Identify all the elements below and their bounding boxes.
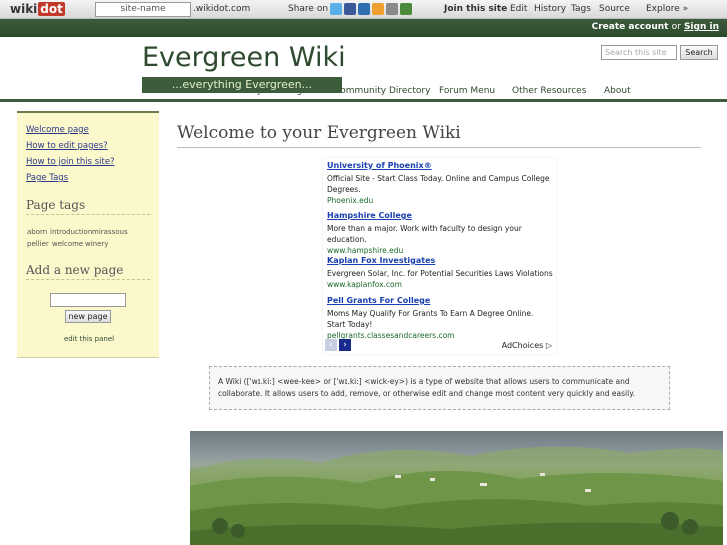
ad-body: Official Site - Start Class Today. Onlin…: [327, 174, 550, 194]
site-subtitle: ...everything Evergreen...: [142, 77, 342, 93]
digg-icon[interactable]: [372, 3, 384, 15]
sidebar-link-how-to-join[interactable]: How to join this site?: [26, 157, 115, 167]
edit-link[interactable]: Edit: [510, 4, 527, 14]
page-title: Welcome to your Evergreen Wiki: [177, 123, 701, 148]
edit-panel-link[interactable]: edit this panel: [64, 335, 114, 343]
wikidot-top-bar: wiki dot site-name .wikidot.com Share on …: [0, 0, 727, 19]
add-page-heading: Add a new page: [26, 263, 150, 280]
ad-body: Evergreen Solar, Inc. for Potential Secu…: [327, 269, 553, 278]
source-link[interactable]: Source: [599, 4, 630, 14]
tag-link[interactable]: introduction: [50, 228, 92, 236]
site-title[interactable]: Evergreen Wiki: [142, 42, 346, 73]
sign-in-link[interactable]: Sign in: [684, 22, 719, 32]
join-site-link[interactable]: Join this site: [444, 4, 507, 14]
adchoices-link[interactable]: AdChoices ▷: [502, 341, 552, 350]
site-name-input[interactable]: site-name: [95, 2, 191, 17]
hills-illustration: [190, 446, 723, 545]
logo-text: wiki: [10, 2, 38, 16]
ad-url[interactable]: www.kaplanfox.com: [327, 279, 553, 290]
or-text: or: [671, 22, 681, 32]
sidebar-link-how-to-edit[interactable]: How to edit pages?: [26, 141, 108, 151]
ad-prev-button[interactable]: ‹: [325, 339, 337, 351]
nav-other-resources[interactable]: Other Resources: [512, 86, 586, 96]
tag-link[interactable]: winery: [85, 240, 108, 248]
share-label: Share on: [288, 4, 329, 14]
account-bar: Create account or Sign in: [0, 19, 727, 37]
ad-url[interactable]: Phoenix.edu: [327, 195, 553, 206]
page-tags-heading: Page tags: [26, 198, 150, 215]
sidebar-link-welcome[interactable]: Welcome page: [26, 125, 89, 135]
ad-url[interactable]: www.hampshire.edu: [327, 245, 553, 256]
stumbleupon-icon[interactable]: [386, 3, 398, 15]
ad-title-link[interactable]: University of Phoenix®: [327, 161, 553, 170]
ad-title-link[interactable]: Hampshire College: [327, 211, 553, 220]
evergreen-hills-photo: [190, 431, 723, 545]
header-divider: [0, 99, 727, 102]
side-bar: Welcome page How to edit pages? How to j…: [17, 111, 159, 358]
ad-item: Kaplan Fox Investigates Evergreen Solar,…: [327, 256, 553, 290]
tag-link[interactable]: aborn: [27, 228, 47, 236]
search-button[interactable]: Search: [680, 45, 718, 60]
ad-next-button[interactable]: ›: [339, 339, 351, 351]
twitter-icon[interactable]: [330, 3, 342, 15]
sidebar-link-page-tags[interactable]: Page Tags: [26, 173, 68, 183]
ad-url[interactable]: pellgrants.classesandcareers.com: [327, 330, 553, 341]
history-link[interactable]: History: [534, 4, 566, 14]
facebook-icon[interactable]: [344, 3, 356, 15]
ad-item: University of Phoenix® Official Site - S…: [327, 161, 553, 206]
wikidot-logo[interactable]: wiki dot: [10, 2, 65, 16]
tag-link[interactable]: mirassous: [92, 228, 128, 236]
ad-item: Pell Grants For College Moms May Qualify…: [327, 296, 553, 341]
site-name-suffix: .wikidot.com: [193, 4, 251, 14]
tag-link[interactable]: welcome: [52, 240, 83, 248]
tag-link[interactable]: pellier: [27, 240, 49, 248]
wiki-definition-box: A Wiki (['wɪ.ki:] <wee-kee> or ['wɪ.ki:]…: [209, 366, 670, 410]
nav-community-directory[interactable]: Community Directory: [334, 86, 430, 96]
search-input[interactable]: Search this site: [601, 45, 677, 60]
create-account-link[interactable]: Create account: [592, 22, 669, 32]
ad-title-link[interactable]: Pell Grants For College: [327, 296, 553, 305]
ad-title-link[interactable]: Kaplan Fox Investigates: [327, 256, 553, 265]
ad-body: Moms May Qualify For Grants To Earn A De…: [327, 309, 534, 329]
ad-item: Hampshire College More than a major. Wor…: [327, 211, 553, 256]
new-page-input[interactable]: [50, 293, 126, 307]
delicious-icon[interactable]: [358, 3, 370, 15]
logo-dot-text: dot: [38, 2, 65, 16]
ad-body: More than a major. Work with faculty to …: [327, 224, 522, 244]
nav-about[interactable]: About: [604, 86, 631, 96]
new-page-button[interactable]: new page: [65, 310, 111, 323]
ad-block: University of Phoenix® Official Site - S…: [323, 158, 556, 354]
account-links: Create account or Sign in: [592, 22, 719, 32]
explore-menu[interactable]: Explore »: [646, 4, 688, 14]
share-icons: [330, 3, 412, 15]
share-more-icon[interactable]: [400, 3, 412, 15]
tags-link[interactable]: Tags: [571, 4, 591, 14]
main-nav: History of Evergreen Community Directory…: [0, 86, 727, 98]
nav-forum-menu[interactable]: Forum Menu: [439, 86, 495, 96]
